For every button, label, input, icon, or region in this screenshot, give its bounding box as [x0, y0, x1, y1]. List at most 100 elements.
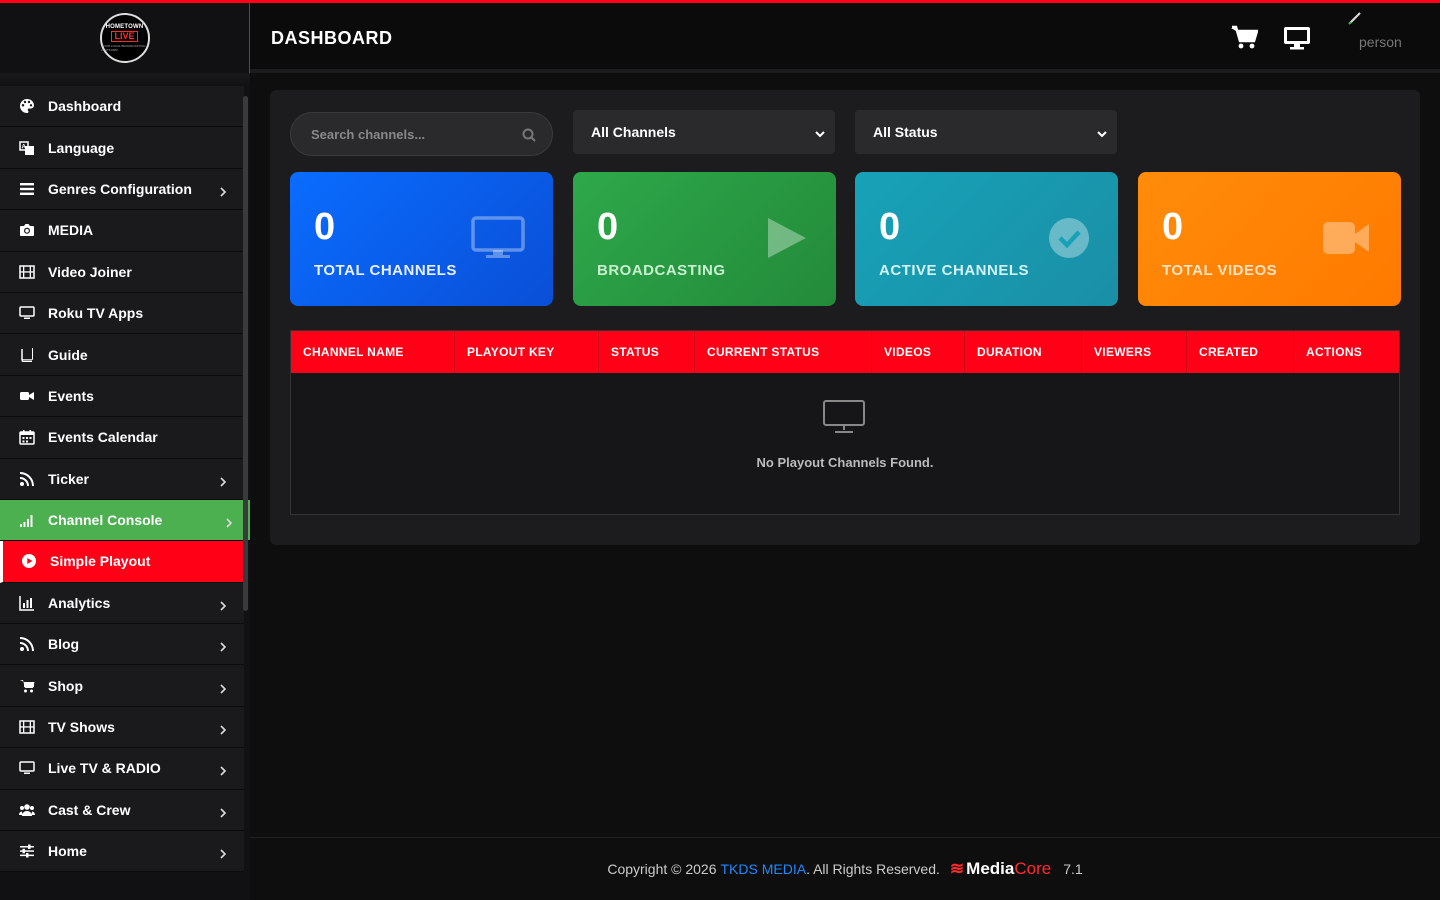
sidebar-item-label: Genres Configuration: [48, 180, 192, 197]
desktop-icon: [822, 399, 866, 435]
logo-text-tagline: YOUR LOCAL BROADCASTING PLATFORM: [101, 44, 146, 52]
sidebar-item-label: Events Calendar: [48, 429, 158, 446]
sidebar-item-blog[interactable]: Blog: [0, 624, 244, 666]
channel-filter-select[interactable]: All Channels: [573, 110, 835, 154]
brand-name-part1: Media: [966, 859, 1015, 878]
rss-icon: [18, 470, 36, 488]
stat-value: 0: [879, 206, 901, 248]
top-header: DASHBOARD person: [250, 3, 1440, 73]
table-header: CHANNEL NAME PLAYOUT KEY STATUS CURRENT …: [291, 331, 1399, 373]
sidebar-item-label: TV Shows: [48, 719, 115, 736]
users-icon: [18, 801, 36, 819]
footer: Copyright © 2026 TKDS MEDIA . All Rights…: [250, 837, 1440, 900]
company-link[interactable]: TKDS MEDIA: [720, 861, 806, 877]
column-header[interactable]: CHANNEL NAME: [291, 331, 455, 373]
sidebar-item-ticker[interactable]: Ticker: [0, 458, 244, 500]
app-logo[interactable]: HOMETOWN LIVE YOUR LOCAL BROADCASTING PL…: [99, 13, 150, 63]
empty-state: No Playout Channels Found.: [291, 373, 1399, 514]
sidebar-item-label: Video Joiner: [48, 263, 132, 280]
column-header[interactable]: PLAYOUT KEY: [455, 331, 599, 373]
mediacore-logo-icon: ≋: [949, 859, 965, 878]
sidebar-item-cast-crew[interactable]: Cast & Crew: [0, 789, 244, 832]
sidebar-item-live-tv-radio[interactable]: Live TV & RADIO: [0, 748, 244, 790]
sidebar-item-label: Simple Playout: [50, 553, 151, 570]
sidebar-item-label: Roku TV Apps: [48, 305, 144, 322]
column-header[interactable]: ACTIONS: [1294, 331, 1399, 373]
sidebar-item-label: Blog: [48, 636, 80, 653]
column-header[interactable]: DURATION: [965, 331, 1082, 373]
version-text: 7.1: [1063, 861, 1083, 877]
logo-text-main: LIVE: [111, 31, 138, 42]
rights-text: . All Rights Reserved.: [806, 861, 940, 877]
sidebar-item-guide[interactable]: Guide: [0, 334, 244, 376]
column-header[interactable]: CREATED: [1187, 331, 1294, 373]
cart-icon[interactable]: [1230, 25, 1259, 51]
chevron-right-icon: [218, 846, 228, 859]
sidebar-item-events[interactable]: Events: [0, 375, 244, 418]
film-icon: [18, 718, 36, 736]
video-icon: [18, 387, 36, 405]
sidebar-item-simple-playout[interactable]: Simple Playout: [0, 541, 248, 583]
column-header[interactable]: VIEWERS: [1082, 331, 1187, 373]
page-title: DASHBOARD: [271, 28, 393, 48]
brand-name-part2: Core: [1014, 859, 1052, 878]
sidebar-item-label: Shop: [48, 677, 83, 694]
stat-value: 0: [597, 206, 619, 248]
camera-icon: [18, 221, 36, 239]
column-header[interactable]: CURRENT STATUS: [695, 331, 872, 373]
empty-state-text: No Playout Channels Found.: [756, 455, 934, 470]
status-filter-select[interactable]: All Status: [855, 110, 1117, 154]
sidebar-item-roku-tv-apps[interactable]: Roku TV Apps: [0, 292, 244, 335]
bar-chart-icon: [18, 594, 36, 612]
edit-profile-icon[interactable]: [1348, 11, 1362, 25]
monitor-icon: [18, 759, 36, 777]
sidebar-nav: Dashboard A Language Genres Configuration ME…: [0, 86, 250, 886]
signal-icon: [18, 511, 36, 529]
user-profile[interactable]: person: [1345, 8, 1425, 58]
chevron-right-icon: [218, 763, 228, 777]
search-input[interactable]: [311, 126, 511, 142]
sidebar-item-label: Cast & Crew: [48, 801, 131, 818]
sidebar-item-label: MEDIA: [48, 222, 94, 239]
sidebar-item-label: Guide: [48, 346, 88, 363]
chevron-right-icon: [218, 639, 228, 652]
stat-card-total-channels: 0 TOTAL CHANNELS: [290, 172, 553, 306]
sidebar-item-channel-console[interactable]: Channel Console: [0, 499, 250, 542]
sidebar-item-genres-configuration[interactable]: Genres Configuration: [0, 168, 244, 211]
sidebar-item-dashboard[interactable]: Dashboard: [0, 86, 244, 128]
sidebar-item-label: Ticker: [48, 470, 89, 487]
sliders-icon: [18, 842, 36, 860]
search-icon[interactable]: [522, 128, 536, 142]
list-icon: [18, 180, 36, 198]
column-header[interactable]: VIDEOS: [872, 331, 965, 373]
sidebar-item-home[interactable]: Home: [0, 831, 244, 873]
mediacore-brand: ≋ Media Core: [950, 859, 1051, 879]
stat-label: TOTAL CHANNELS: [314, 262, 457, 279]
sidebar-item-events-calendar[interactable]: Events Calendar: [0, 417, 244, 459]
sidebar-item-label: Dashboard: [48, 98, 122, 115]
desktop-icon[interactable]: [1283, 25, 1311, 51]
stat-card-active-channels: 0 ACTIVE CHANNELS: [855, 172, 1118, 306]
user-name: person: [1359, 34, 1402, 50]
sidebar-item-media[interactable]: MEDIA: [0, 210, 244, 252]
stat-label: BROADCASTING: [597, 262, 726, 279]
stat-label: TOTAL VIDEOS: [1162, 262, 1278, 279]
sidebar-item-video-joiner[interactable]: Video Joiner: [0, 251, 244, 293]
rss-icon: [18, 635, 36, 653]
sidebar-item-analytics[interactable]: Analytics: [0, 582, 244, 625]
chevron-right-icon: [218, 681, 228, 694]
column-header[interactable]: STATUS: [599, 331, 695, 373]
monitor-icon: [18, 304, 36, 322]
chevron-right-icon: [218, 184, 228, 197]
stat-value: 0: [1162, 206, 1184, 248]
logo-text-top: HOMETOWN: [105, 24, 144, 30]
sidebar-item-label: Live TV & RADIO: [48, 760, 161, 777]
sidebar: HOMETOWN LIVE YOUR LOCAL BROADCASTING PL…: [0, 3, 250, 900]
sidebar-item-tv-shows[interactable]: TV Shows: [0, 706, 244, 749]
sidebar-scrollbar[interactable]: [243, 96, 248, 611]
sidebar-item-language[interactable]: A Language: [0, 127, 244, 169]
sidebar-item-shop[interactable]: Shop: [0, 665, 244, 707]
stat-card-total-videos: 0 TOTAL VIDEOS: [1138, 172, 1401, 306]
chevron-down-icon: [1097, 126, 1107, 138]
sidebar-item-label: Home: [48, 843, 87, 860]
